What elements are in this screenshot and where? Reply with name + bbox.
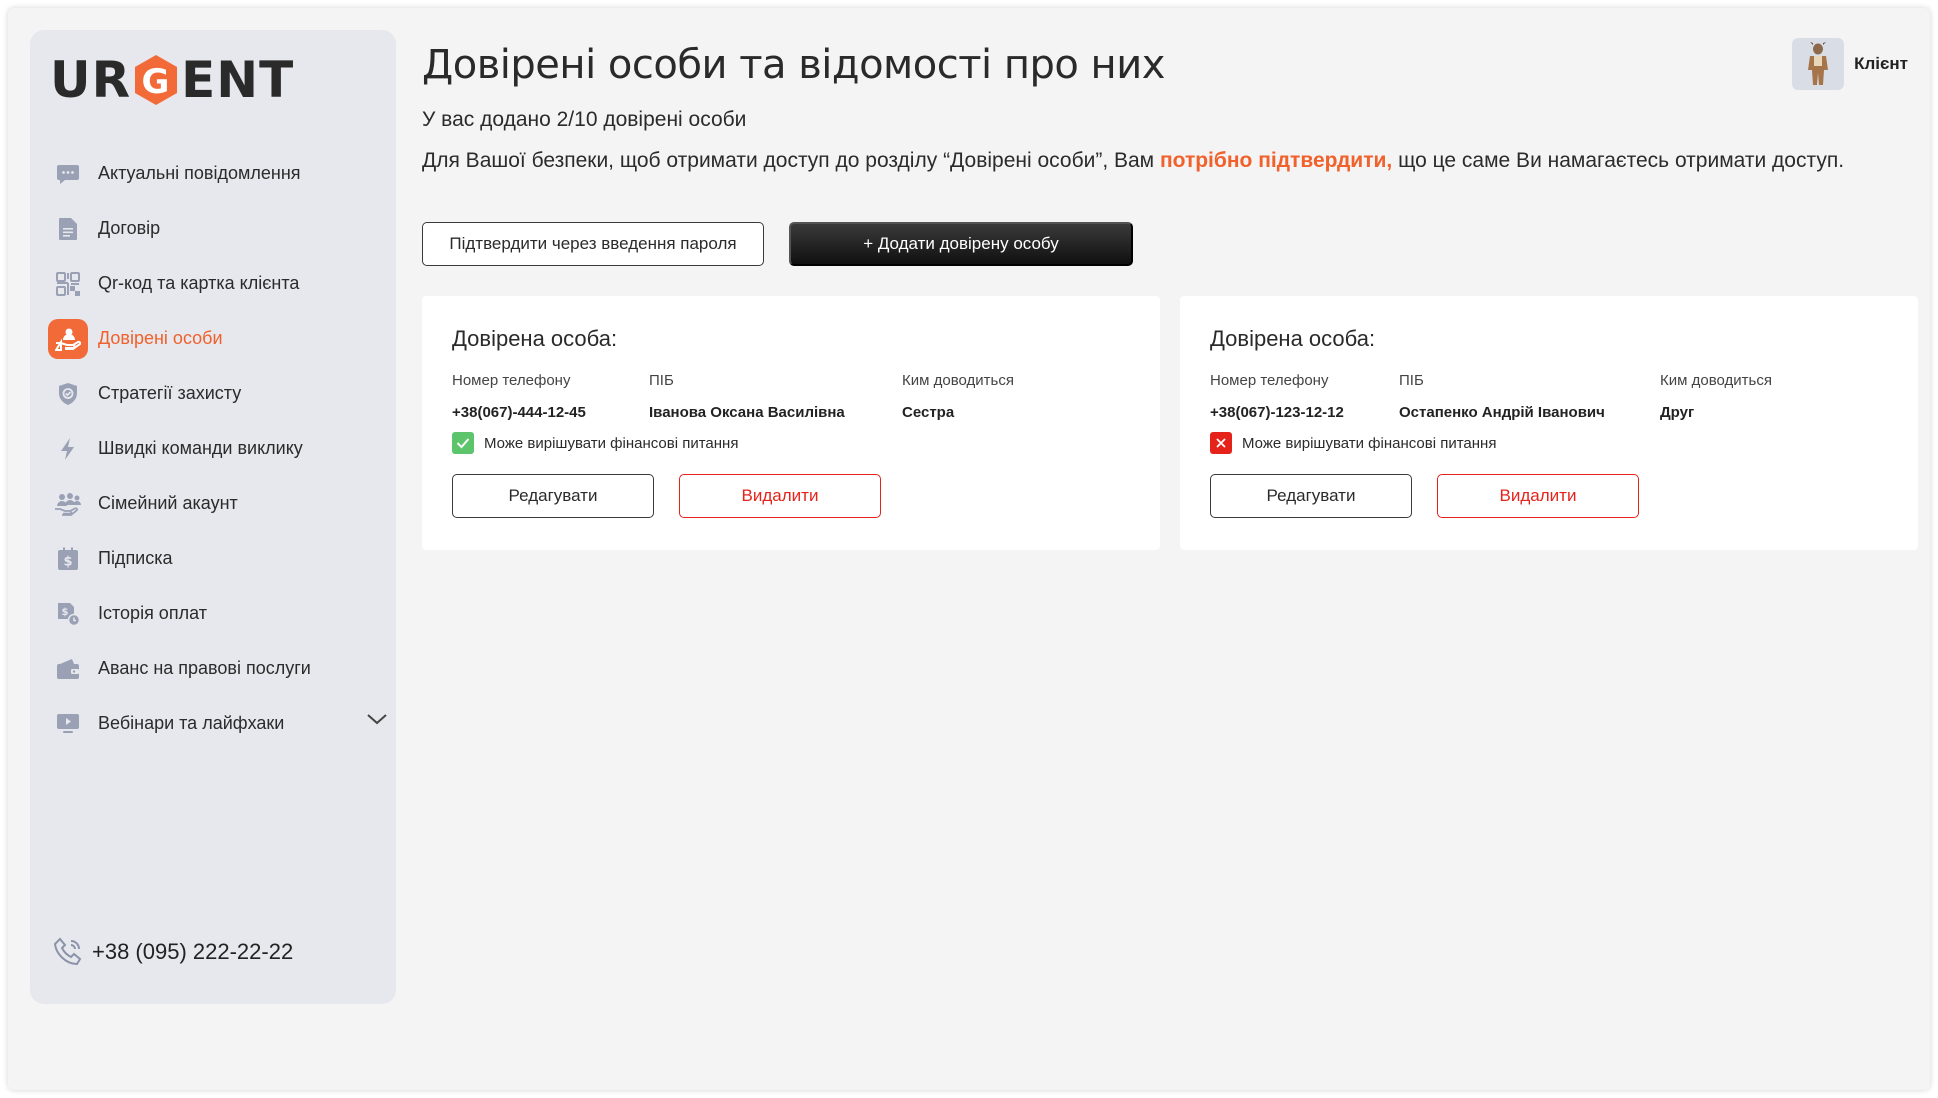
name-value: Остапенко Андрій Іванович: [1399, 404, 1605, 421]
lightning-icon: [48, 429, 88, 469]
card-title: Довірена особа:: [452, 326, 618, 351]
shield-icon: [48, 374, 88, 414]
delete-button[interactable]: Видалити: [679, 474, 881, 518]
user-profile[interactable]: Клієнт: [1792, 38, 1908, 90]
sidebar-menu: Актуальні повідомлення Договір Qr-код та…: [48, 146, 388, 751]
subscription-icon: $: [48, 539, 88, 579]
trusted-person-card: Довірена особа: Номер телефону ПІБ Ким д…: [422, 296, 1160, 550]
user-role: Клієнт: [1854, 54, 1908, 73]
trusted-person-card: Довірена особа: Номер телефону ПІБ Ким д…: [1180, 296, 1918, 550]
sidebar-item-protection-strategies[interactable]: Стратегії захисту: [48, 366, 388, 421]
sidebar-item-payment-history[interactable]: $ Історія оплат: [48, 586, 388, 641]
phone-value: +38(067)-123-12-12: [1210, 404, 1344, 421]
finance-permission[interactable]: Може вирішувати фінансові питання: [452, 432, 738, 454]
add-trusted-person-button[interactable]: + Додати довірену особу: [789, 222, 1133, 266]
main-content: Довірені особи та відомості про них Кліє…: [414, 8, 1930, 1090]
avatar: [1792, 38, 1845, 90]
svg-text:$: $: [62, 607, 69, 618]
phone-label: Номер телефону: [1210, 372, 1329, 389]
payment-history-icon: $: [48, 594, 88, 634]
logo-text-right: ENT: [181, 51, 295, 109]
phone-label: Номер телефону: [452, 372, 571, 389]
svg-text:$: $: [63, 554, 72, 569]
checkbox-checked-icon[interactable]: [452, 432, 474, 454]
message-icon: [48, 154, 88, 194]
sidebar-item-family-account[interactable]: Сімейний акаунт: [48, 476, 388, 531]
relation-label: Ким доводиться: [902, 372, 1014, 389]
logo-g-mark-icon: G: [135, 55, 178, 105]
finance-permission[interactable]: Може вирішувати фінансові питання: [1210, 432, 1496, 454]
trusted-count: У вас додано 2/10 довірені особи: [422, 108, 747, 131]
urgent-logo[interactable]: UR G ENT: [50, 50, 294, 110]
delete-button[interactable]: Видалити: [1437, 474, 1639, 518]
notice-highlight: потрібно підтвердити,: [1159, 149, 1393, 172]
video-icon: [48, 704, 88, 744]
phone-icon: [53, 937, 82, 966]
sidebar-item-quick-commands[interactable]: Швидкі команди виклику: [48, 421, 388, 476]
sidebar-item-messages[interactable]: Актуальні повідомлення: [48, 146, 388, 201]
phone-value: +38(067)-444-12-45: [452, 404, 586, 421]
wallet-icon: [48, 649, 88, 689]
edit-button[interactable]: Редагувати: [452, 474, 654, 518]
edit-button[interactable]: Редагувати: [1210, 474, 1412, 518]
checkbox-denied-icon[interactable]: [1210, 432, 1232, 454]
sidebar-item-contract[interactable]: Договір: [48, 201, 388, 256]
family-icon: [48, 484, 88, 524]
sidebar-item-trusted-persons[interactable]: Довірені особи: [48, 311, 388, 366]
trusted-person-icon: [48, 318, 88, 359]
name-label: ПІБ: [1399, 372, 1424, 389]
chevron-down-icon[interactable]: [366, 712, 388, 726]
page-title: Довірені особи та відомості про них: [422, 42, 1165, 88]
support-phone[interactable]: +38 (095) 222-22-22: [52, 936, 293, 968]
relation-value: Сестра: [902, 404, 955, 421]
document-icon: [48, 209, 88, 249]
svg-text:G: G: [142, 62, 171, 102]
sidebar-item-legal-advance[interactable]: Аванс на правові послуги: [48, 641, 388, 696]
sidebar-item-subscription[interactable]: $ Підписка: [48, 531, 388, 586]
sidebar: UR G ENT Актуальні повідомлення Договір: [30, 30, 396, 1004]
sidebar-item-webinars[interactable]: Вебінари та лайфхаки: [48, 696, 388, 751]
relation-label: Ким доводиться: [1660, 372, 1772, 389]
relation-value: Друг: [1660, 404, 1695, 421]
qr-code-icon: [48, 264, 88, 304]
sidebar-item-qr-code[interactable]: Qr-код та картка клієнта: [48, 256, 388, 311]
name-label: ПІБ: [649, 372, 674, 389]
logo-text-left: UR: [50, 51, 132, 109]
app-window: UR G ENT Актуальні повідомлення Договір: [8, 8, 1930, 1090]
confirm-password-button[interactable]: Підтвердити через введення пароля: [422, 222, 764, 266]
security-notice: Для Вашої безпеки, щоб отримати доступ д…: [422, 149, 1845, 172]
card-title: Довірена особа:: [1210, 326, 1376, 351]
name-value: Іванова Оксана Василівна: [649, 404, 845, 421]
